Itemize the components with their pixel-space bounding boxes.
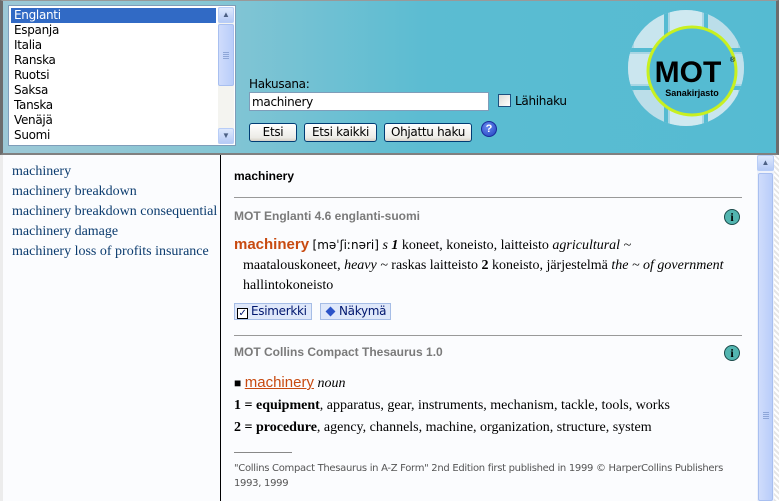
divider <box>234 335 742 336</box>
chevron-up-icon: ▲ <box>222 10 230 19</box>
view-button[interactable]: Näkymä <box>320 303 392 320</box>
entry-pos: noun <box>317 376 346 391</box>
sense-number: 2 = <box>234 420 253 435</box>
sense-keyword: equipment <box>255 398 320 413</box>
sense-number: 2 <box>481 258 489 273</box>
search-all-button[interactable]: Etsi kaikki <box>304 123 377 142</box>
sense-number: 1 <box>391 238 399 253</box>
bullet-icon: ■ <box>234 376 242 390</box>
example-source: heavy ~ <box>344 258 388 273</box>
dictionary-entry: machinery [məˈʃiːnəri] s 1 koneet, konei… <box>234 235 734 296</box>
scroll-down-button[interactable]: ▼ <box>218 128 234 144</box>
scroll-up-button[interactable]: ▲ <box>757 155 774 171</box>
scroll-thumb[interactable] <box>218 24 234 86</box>
example-source: the ~ of government <box>611 258 724 273</box>
word-list-item[interactable]: machinery damage <box>3 222 223 242</box>
language-option[interactable]: Suomi <box>11 128 216 143</box>
help-icon[interactable]: ? <box>481 121 497 137</box>
window-edge <box>774 155 779 501</box>
near-search-checkbox[interactable] <box>498 94 511 107</box>
synonyms: , agency, channels, machine, organizatio… <box>316 420 652 435</box>
search-button[interactable]: Etsi <box>249 123 297 142</box>
language-option[interactable]: Venäjä <box>11 113 216 128</box>
language-option[interactable]: Ruotsi <box>11 68 216 83</box>
entry-headword-link[interactable]: machinery <box>245 374 314 391</box>
example-translation: hallintokoneisto <box>243 278 334 293</box>
language-listbox[interactable]: Englanti Espanja Italia Ranska Ruotsi Sa… <box>8 5 236 146</box>
copyright-footnote: "Collins Compact Thesaurus in A-Z Form" … <box>234 463 724 489</box>
language-scrollbar[interactable]: ▲ ▼ <box>218 7 234 144</box>
language-option[interactable]: Espanja <box>11 23 216 38</box>
logo-registered: ® <box>730 56 736 64</box>
word-list-item[interactable]: machinery <box>3 162 223 182</box>
logo-subtitle: Sanakirjasto <box>665 88 719 98</box>
sense-text: koneet, koneisto, laitteisto <box>401 238 549 253</box>
chevron-down-icon: ▼ <box>222 131 230 140</box>
language-option[interactable]: Tanska <box>11 98 216 113</box>
word-list-item[interactable]: machinery breakdown consequential <box>3 202 223 222</box>
word-list-item[interactable]: machinery breakdown <box>3 182 223 202</box>
word-list-panel: machinery machinery breakdown machinery … <box>0 155 221 501</box>
info-icon[interactable]: i <box>724 345 740 361</box>
search-label: Hakusana: <box>249 77 310 91</box>
sense-keyword: procedure <box>255 420 317 435</box>
dictionary-title: MOT Englanti 4.6 englanti-suomi <box>234 209 421 223</box>
example-source: agricultural ~ <box>552 238 632 253</box>
language-option[interactable]: Saksa <box>11 83 216 98</box>
checkbox-checked-icon: ✓ <box>237 308 248 319</box>
divider <box>234 197 742 198</box>
language-option[interactable]: Italia <box>11 38 216 53</box>
entry-pronunciation: [məˈʃiːnəri] <box>312 238 379 252</box>
near-search-label: Lähihaku <box>515 94 567 108</box>
result-panel: machinery MOT Englanti 4.6 englanti-suom… <box>221 155 757 501</box>
guided-search-button[interactable]: Ohjattu haku <box>384 123 472 142</box>
search-input[interactable] <box>249 92 489 111</box>
entry-headword: machinery <box>234 236 310 253</box>
mot-logo: MOT ® Sanakirjasto <box>628 10 744 126</box>
view-label: Näkymä <box>339 304 387 318</box>
footnote-divider <box>234 452 292 453</box>
logo-brand: MOT <box>655 56 722 89</box>
entry-pos: s <box>382 238 388 253</box>
examples-label: Esimerkki <box>251 304 307 318</box>
result-headword: machinery <box>234 169 295 183</box>
language-option[interactable]: Ranska <box>11 53 216 68</box>
sense-text: koneisto, järjestelmä <box>492 258 608 273</box>
example-translation: maatalouskoneet, <box>243 258 341 273</box>
thesaurus-entry: ■ machinery noun 1 = equipment, apparatu… <box>234 372 734 439</box>
scroll-up-button[interactable]: ▲ <box>218 7 234 23</box>
scroll-thumb[interactable] <box>758 173 773 501</box>
result-scrollbar[interactable]: ▲ <box>757 155 774 501</box>
dictionary-title: MOT Collins Compact Thesaurus 1.0 <box>234 345 443 359</box>
synonyms: , apparatus, gear, instruments, mechanis… <box>319 398 670 413</box>
word-list-item[interactable]: machinery loss of profits insurance <box>3 242 223 262</box>
chevron-up-icon: ▲ <box>761 158 770 167</box>
diamond-icon <box>325 306 336 317</box>
example-translation: raskas laitteisto <box>391 258 478 273</box>
sense-number: 1 = <box>234 398 253 413</box>
info-icon[interactable]: i <box>724 209 740 225</box>
examples-toggle[interactable]: ✓ Esimerkki <box>234 303 312 320</box>
language-option[interactable]: Englanti <box>11 8 216 23</box>
